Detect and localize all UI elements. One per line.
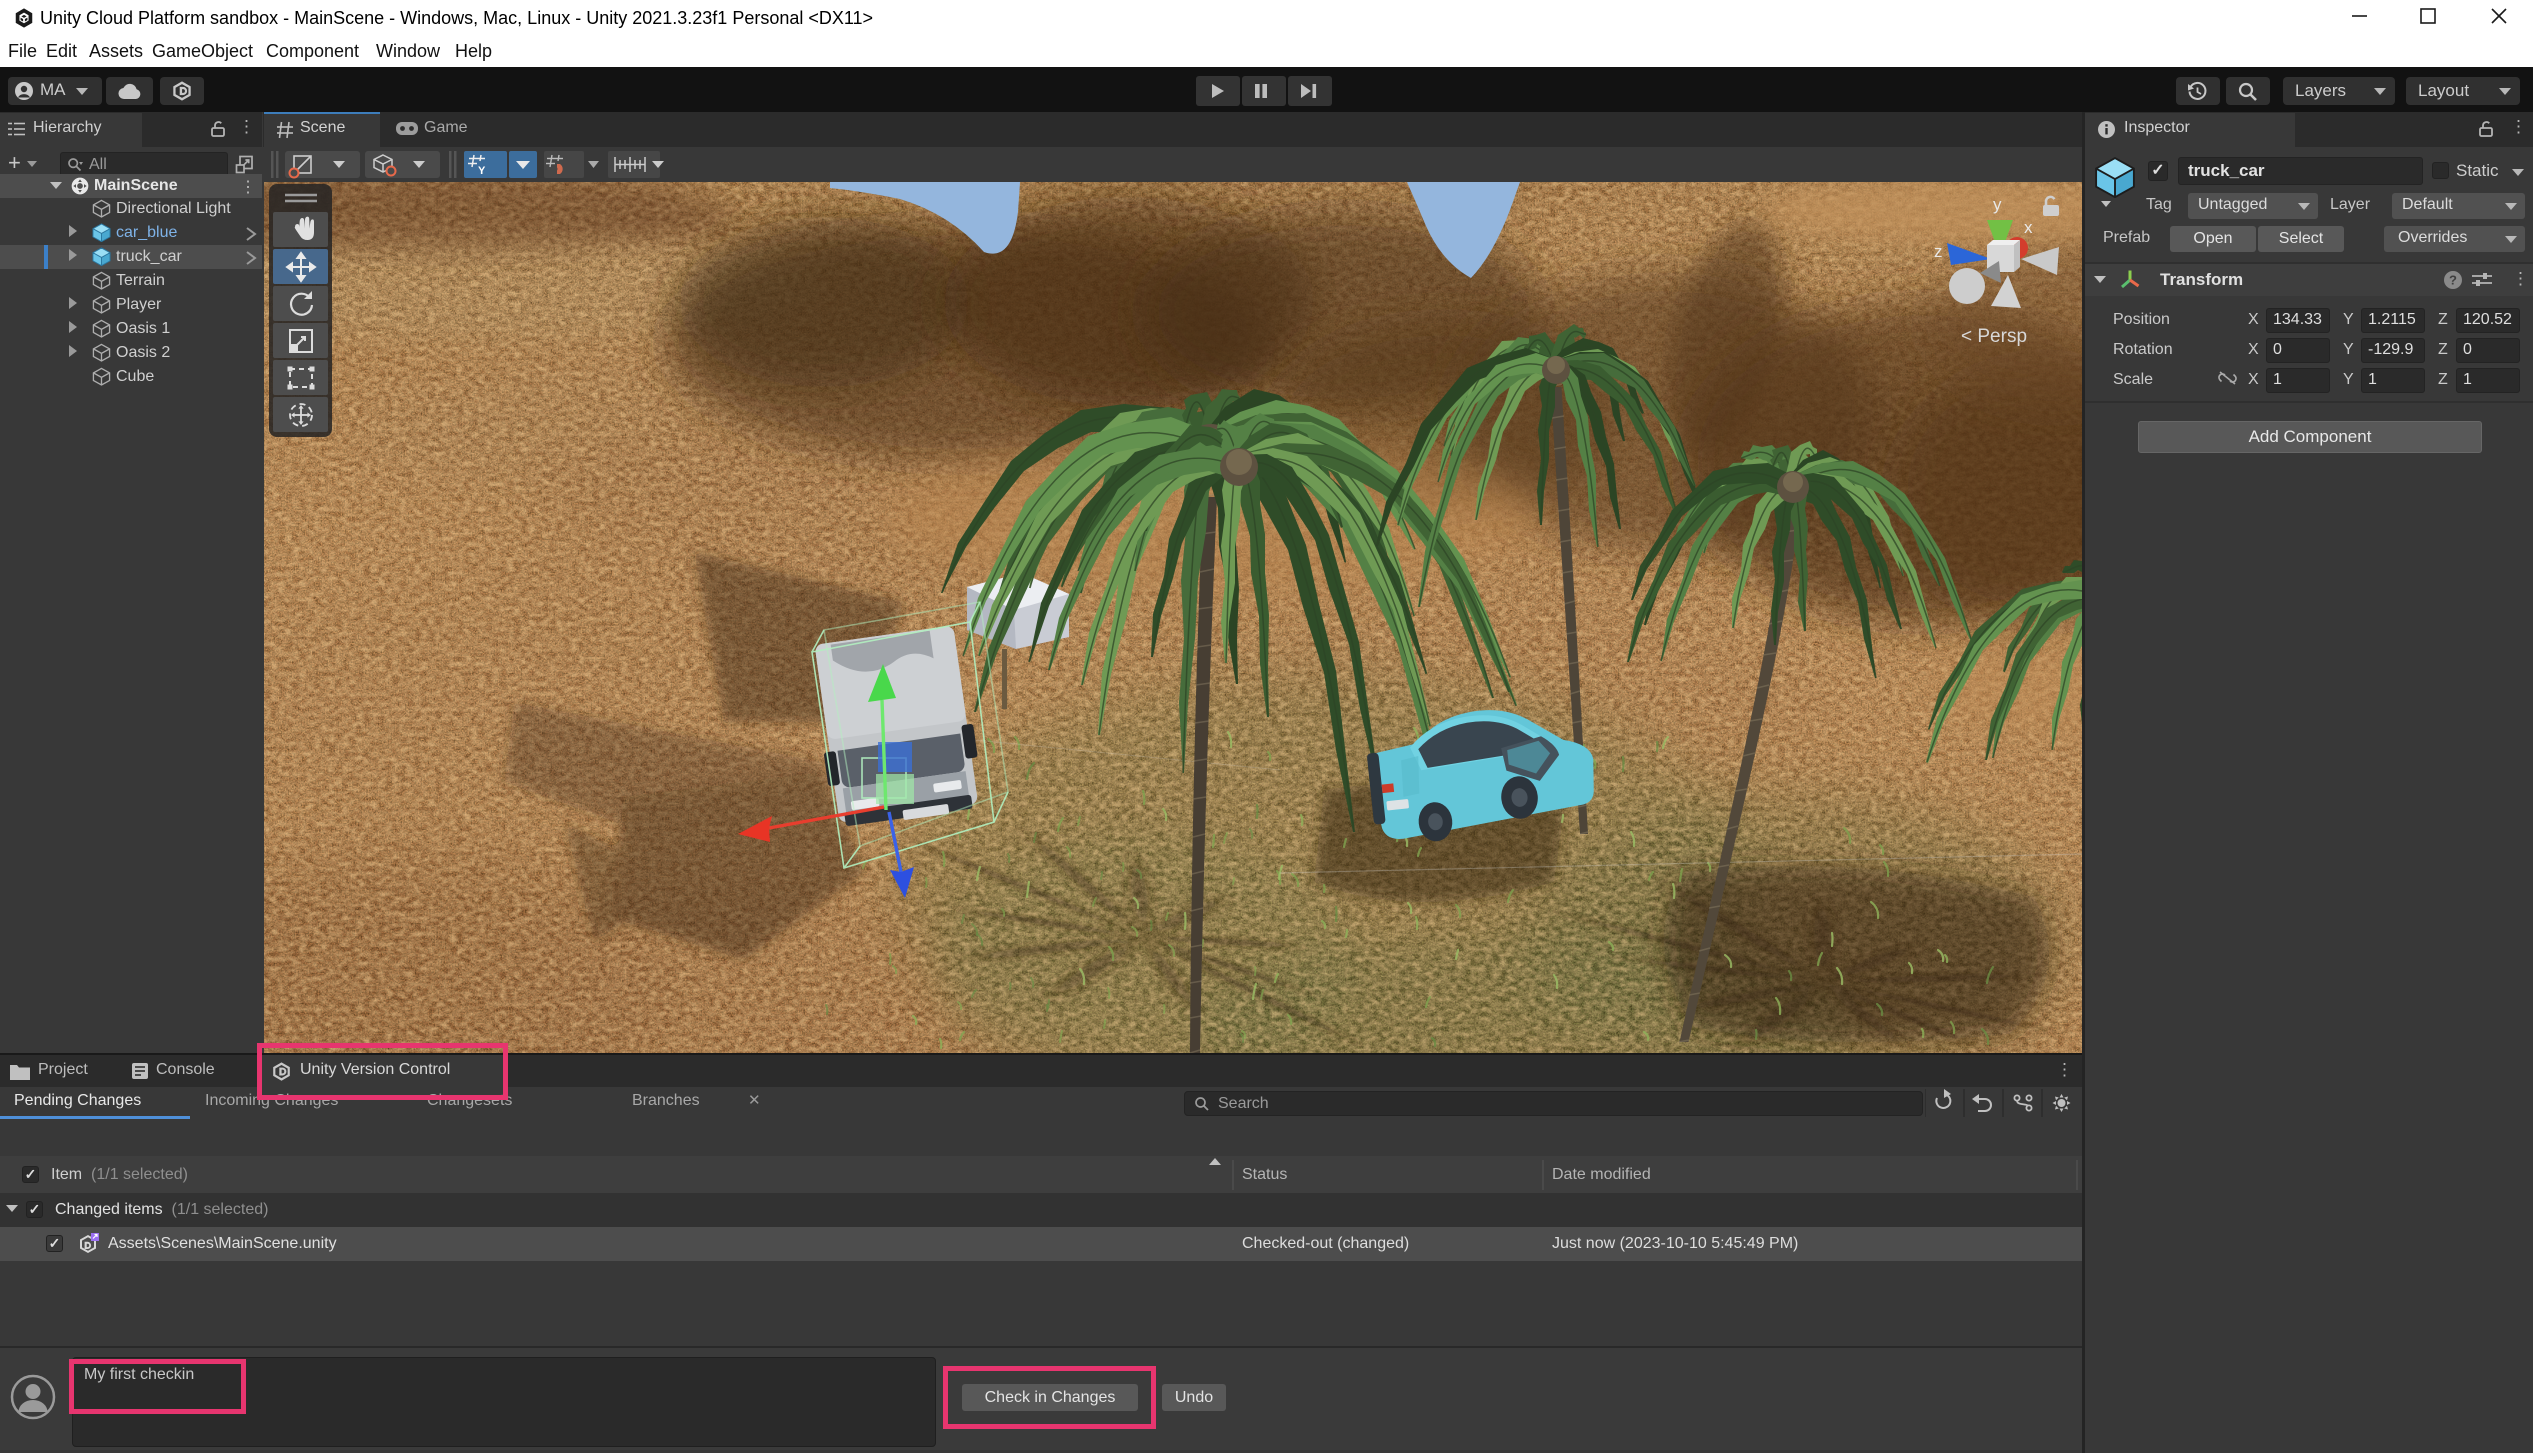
svg-text:z: z	[1934, 242, 1943, 261]
svg-text:?: ?	[2449, 273, 2457, 288]
svg-text:< Persp: < Persp	[1961, 326, 2027, 347]
svg-text:Y: Y	[478, 165, 486, 177]
svg-text:y: y	[1993, 195, 2002, 214]
svg-text:x: x	[2024, 218, 2033, 237]
